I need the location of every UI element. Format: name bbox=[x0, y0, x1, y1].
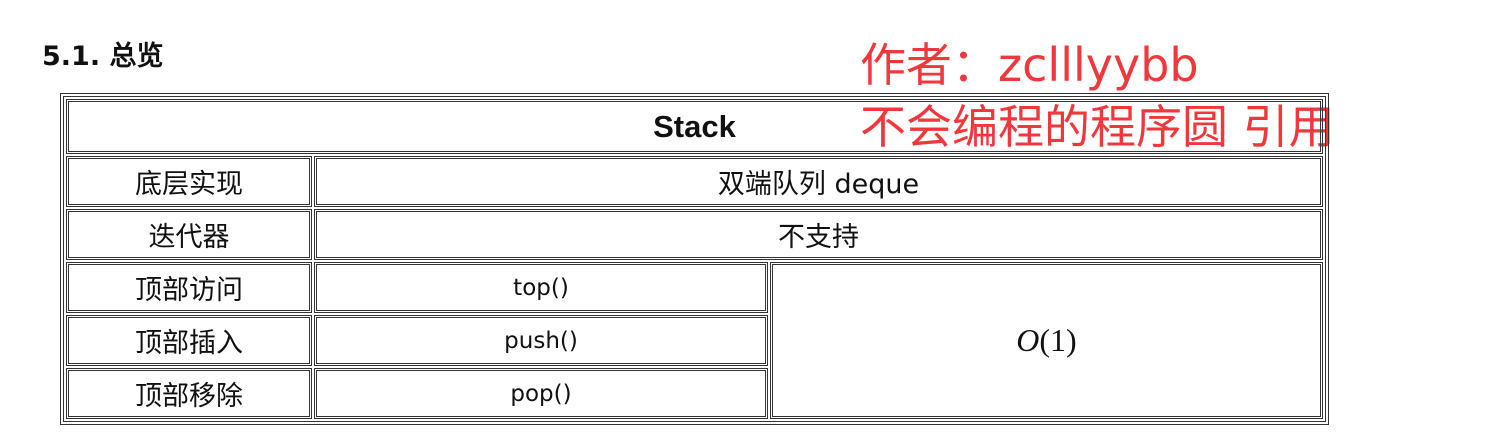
row-value: 不支持 bbox=[314, 209, 1323, 260]
row-value: pop() bbox=[314, 368, 768, 419]
row-label: 顶部访问 bbox=[66, 262, 312, 313]
row-label: 迭代器 bbox=[66, 209, 312, 260]
row-value: top() bbox=[314, 262, 768, 313]
table-row: 底层实现 双端队列 deque bbox=[66, 156, 1323, 207]
table-row: 顶部访问 top() O(1) bbox=[66, 262, 1323, 419]
row-label: 底层实现 bbox=[66, 156, 312, 207]
row-value: 双端队列 deque bbox=[314, 156, 1323, 207]
table-row: 迭代器 不支持 bbox=[66, 209, 1323, 260]
complexity-letter: O bbox=[1016, 322, 1040, 358]
stack-overview-table: Stack 底层实现 双端队列 deque 迭代器 不支持 顶部访问 top()… bbox=[60, 93, 1329, 425]
complexity-arg: (1) bbox=[1039, 322, 1077, 358]
row-value: push() bbox=[314, 315, 768, 366]
section-heading: 5.1. 总览 bbox=[42, 41, 164, 72]
table-title: Stack bbox=[66, 99, 1323, 154]
row-label: 顶部移除 bbox=[66, 368, 312, 419]
row-label: 顶部插入 bbox=[66, 315, 312, 366]
complexity-cell: O(1) bbox=[770, 262, 1323, 419]
watermark-author: 作者：zclllyybb bbox=[860, 38, 1199, 92]
